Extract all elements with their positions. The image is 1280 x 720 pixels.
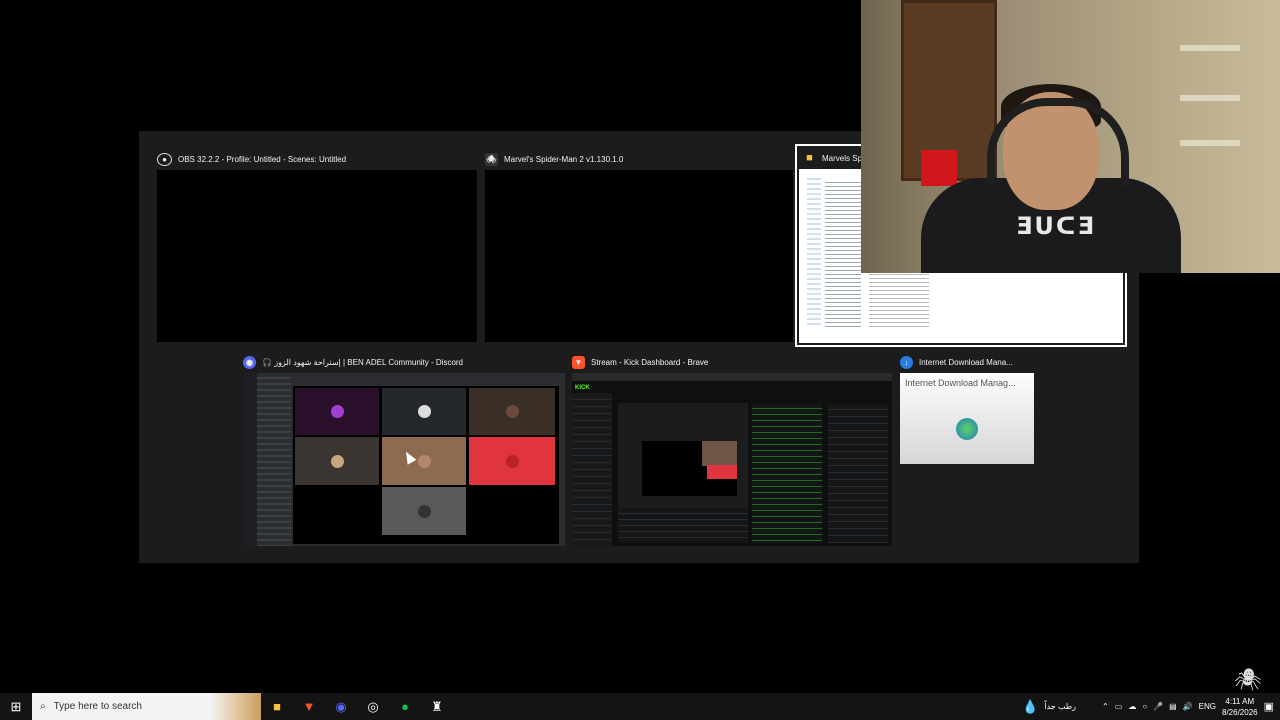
window-title: ▼ Stream - Kick Dashboard - Brave bbox=[572, 352, 708, 372]
update-icon[interactable]: ○ bbox=[1142, 702, 1147, 711]
weather-icon[interactable]: 💧 bbox=[1022, 699, 1038, 715]
clock[interactable]: 4:11 AM 8/26/2026 bbox=[1222, 696, 1258, 718]
idm-icon: ↓ bbox=[900, 355, 913, 369]
obs-icon: ● bbox=[157, 152, 172, 166]
folder-icon: ■ bbox=[806, 152, 813, 164]
window-title-text: Marvels Spi bbox=[822, 153, 864, 163]
window-thumbnail bbox=[157, 170, 477, 342]
microphone-icon[interactable]: 🎤 bbox=[1153, 702, 1163, 711]
clock-date: 8/26/2026 bbox=[1222, 707, 1258, 717]
window-title: ■ Marvels Spi bbox=[803, 148, 864, 168]
window-title: ● OBS 32.2.2 - Profile: Untitled - Scene… bbox=[157, 149, 346, 169]
window-brave-kick[interactable]: ▼ Stream - Kick Dashboard - Brave KICK bbox=[572, 352, 892, 546]
clock-time: 4:11 AM bbox=[1225, 696, 1255, 706]
window-thumbnail bbox=[485, 170, 793, 342]
window-thumbnail: KICK bbox=[572, 373, 892, 546]
window-thumbnail: Internet Download Manag... bbox=[900, 373, 1034, 464]
window-title-text: Marvel's Spider-Man 2 v1.130.1.0 bbox=[504, 154, 624, 164]
network-icon[interactable]: ▭ bbox=[1115, 702, 1123, 711]
search-box[interactable]: ⌕ Type here to search bbox=[32, 693, 261, 720]
brave-icon[interactable]: ▼ bbox=[293, 693, 325, 720]
discord-icon: ◉ bbox=[243, 355, 256, 369]
window-title-text: Internet Download Mana... bbox=[919, 357, 1013, 367]
window-title: ↓ Internet Download Mana... bbox=[900, 352, 1013, 372]
window-obs[interactable]: ● OBS 32.2.2 - Profile: Untitled - Scene… bbox=[157, 149, 477, 342]
file-explorer-icon[interactable]: ■ bbox=[261, 693, 293, 720]
webcam-overlay: ƎUᑕƎ bbox=[861, 0, 1280, 273]
onedrive-icon[interactable]: ☁ bbox=[1128, 702, 1136, 711]
wifi-icon[interactable]: ▤ bbox=[1169, 702, 1177, 711]
window-title-text: ⁦🎧⁩ إستراحة شهود الزوز | BEN ADEL Commun… bbox=[262, 357, 464, 367]
spider-man-icon: 🕷 bbox=[485, 152, 498, 166]
notification-icon[interactable]: ▣ bbox=[1264, 700, 1274, 713]
window-spider-man[interactable]: 🕷 Marvel's Spider-Man 2 v1.130.1.0 bbox=[485, 149, 793, 342]
weather-text[interactable]: رطب جداً bbox=[1044, 702, 1076, 711]
taskbar: ⊞ ⌕ Type here to search ■ ▼ ◉ ◎ ● ♜ 💧 رط… bbox=[0, 693, 1280, 720]
spotify-icon[interactable]: ● bbox=[389, 693, 421, 720]
start-button[interactable]: ⊞ bbox=[0, 693, 32, 720]
window-title-text: OBS 32.2.2 - Profile: Untitled - Scenes:… bbox=[178, 154, 347, 164]
obs-icon[interactable]: ◎ bbox=[357, 693, 389, 720]
idm-thumb-label: Internet Download Manag... bbox=[905, 378, 1016, 388]
window-title: 🕷 Marvel's Spider-Man 2 v1.130.1.0 bbox=[485, 149, 623, 169]
window-discord[interactable]: ◉ ⁦🎧⁩ إستراحة شهود الزوز | BEN ADEL Comm… bbox=[243, 352, 565, 546]
kick-logo: KICK bbox=[575, 385, 590, 391]
chevron-up-icon[interactable]: ⌃ bbox=[1102, 702, 1109, 711]
system-tray: 💧 رطب جداً ⌃ ▭ ☁ ○ 🎤 ▤ 🔊 ENG 4:11 AM 8/2… bbox=[1022, 693, 1280, 720]
window-title: ◉ ⁦🎧⁩ إستراحة شهود الزوز | BEN ADEL Comm… bbox=[243, 352, 463, 372]
spider-man-icon[interactable]: ♜ bbox=[421, 693, 453, 720]
window-title-text: Stream - Kick Dashboard - Brave bbox=[591, 357, 709, 367]
search-placeholder: Type here to search bbox=[53, 701, 142, 712]
window-idm[interactable]: ↓ Internet Download Mana... Internet Dow… bbox=[900, 352, 1034, 464]
discord-icon[interactable]: ◉ bbox=[325, 693, 357, 720]
search-icon: ⌕ bbox=[40, 701, 46, 712]
language-indicator[interactable]: ENG bbox=[1199, 702, 1216, 711]
idm-logo-icon bbox=[956, 418, 978, 440]
search-highlight-image bbox=[211, 693, 261, 720]
volume-icon[interactable]: 🔊 bbox=[1183, 702, 1193, 711]
brave-icon: ▼ bbox=[572, 355, 585, 369]
